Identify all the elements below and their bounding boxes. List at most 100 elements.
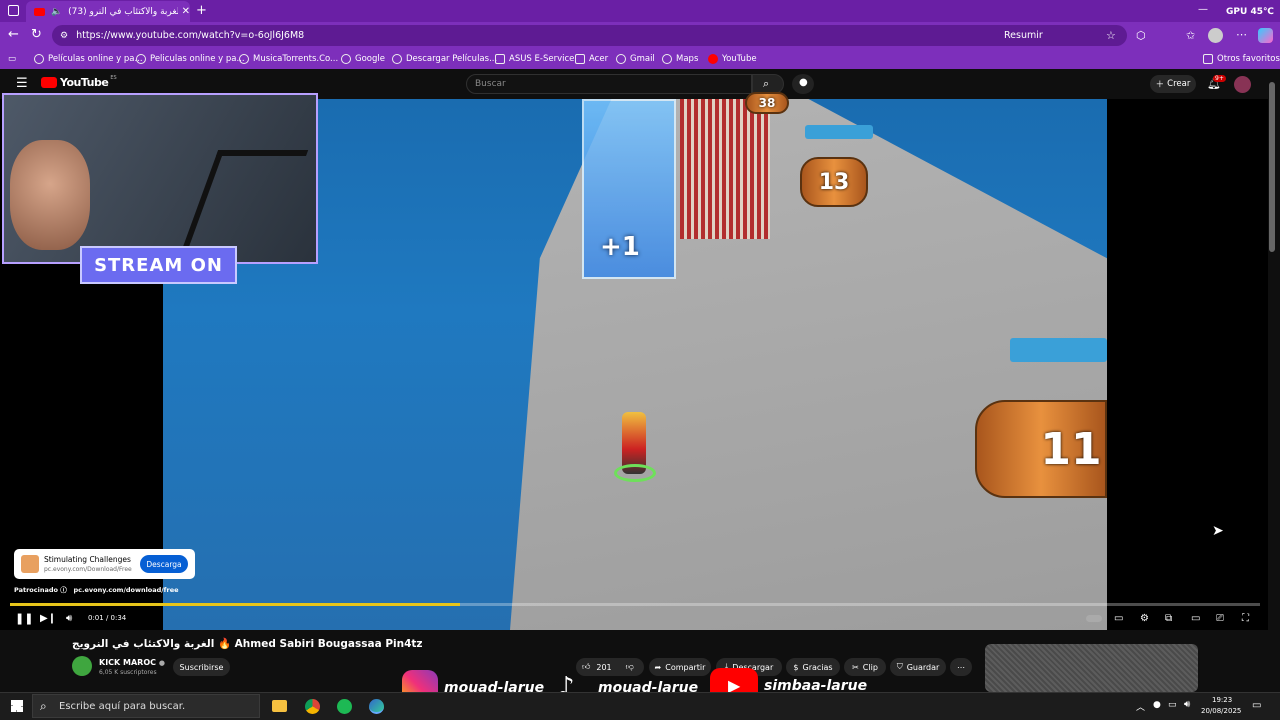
tab-active[interactable]: 🔈 (73) الغربة والاكتئاب في النرو... ✕: [26, 1, 190, 22]
ad-title: Stimulating Challenges: [44, 555, 131, 564]
volume-icon[interactable]: 🔊︎: [66, 611, 72, 625]
globe-icon: [392, 54, 402, 64]
extensions-icon[interactable]: ⬡: [1136, 29, 1146, 42]
tray-chevron-icon[interactable]: ︿: [1136, 700, 1145, 713]
tab-title: (73) الغربة والاكتئاب في النرو...: [68, 6, 177, 17]
save-button[interactable]: ⛉ Guardar: [890, 658, 946, 676]
barrel-counter: 11: [975, 400, 1107, 498]
search-input[interactable]: Buscar: [466, 74, 752, 94]
bookmark-item[interactable]: MusicaTorrents.Co...: [239, 49, 338, 69]
barrel-counter: 13: [800, 157, 868, 207]
cast-icon[interactable]: ⎚: [1216, 611, 1224, 625]
folder-icon: [495, 54, 505, 64]
url-text: https://www.youtube.com/watch?v=o-6oJl6J…: [76, 30, 305, 41]
start-icon[interactable]: [11, 700, 23, 712]
clock-time[interactable]: 19:23: [1212, 696, 1232, 704]
bookmark-item[interactable]: Peliculas online y pa...: [136, 49, 245, 69]
settings-icon[interactable]: ⚙: [1140, 611, 1149, 625]
bookmark-otros[interactable]: Otros favoritos: [1203, 49, 1280, 69]
globe-icon: [136, 54, 146, 64]
google-icon: [341, 54, 351, 64]
miniplayer-icon[interactable]: ⧉: [1165, 611, 1172, 625]
hamburger-icon[interactable]: ☰: [16, 76, 28, 91]
chrome-icon[interactable]: [305, 699, 320, 714]
reload-icon[interactable]: ↻: [31, 27, 42, 42]
gpu-readout: GPU 45℃: [1226, 7, 1274, 17]
edge-icon[interactable]: [369, 699, 384, 714]
profile-avatar[interactable]: [1208, 28, 1223, 43]
subscriber-count: 6,05 K suscriptores: [99, 669, 157, 676]
related-thumbnail[interactable]: [985, 644, 1198, 692]
back-icon[interactable]: ←: [8, 27, 19, 42]
speaker-icon[interactable]: 🔈: [51, 7, 62, 17]
bookmark-item[interactable]: Acer: [575, 49, 608, 69]
subtitles-icon[interactable]: ▭: [1114, 611, 1123, 625]
subscribe-button[interactable]: Suscribirse: [173, 658, 230, 676]
tab-strip: [0, 0, 1280, 22]
tab-close-icon[interactable]: ✕: [182, 6, 190, 17]
favorite-star-icon[interactable]: ☆: [1106, 29, 1116, 42]
clock-date[interactable]: 20/08/2025: [1201, 707, 1241, 715]
ad-download-button[interactable]: Descarga: [140, 555, 188, 573]
next-icon[interactable]: ▶❙: [40, 611, 56, 625]
bookmark-item[interactable]: Maps: [662, 49, 698, 69]
minimize-icon[interactable]: —: [1198, 4, 1208, 15]
stream-on-banner: STREAM ON: [80, 246, 237, 284]
youtube-favicon-icon: [34, 7, 45, 16]
copilot-icon[interactable]: [1258, 28, 1273, 43]
bookmark-item[interactable]: Descargar Películas...: [392, 49, 497, 69]
gpu-label: GPU: [1226, 7, 1248, 17]
bookmark-item[interactable]: Gmail: [616, 49, 655, 69]
bookmark-item[interactable]: ASUS E-Service: [495, 49, 574, 69]
tray-volume-icon[interactable]: 🔊︎: [1184, 699, 1190, 710]
pause-icon[interactable]: ❚❚: [15, 611, 33, 625]
globe-icon: [34, 54, 44, 64]
channel-name[interactable]: KICK MAROC ●: [99, 658, 165, 667]
enemy-crowd: [680, 99, 770, 239]
more-actions-icon[interactable]: ⋯: [950, 658, 972, 676]
mouse-cursor-icon: ➤: [1212, 523, 1224, 539]
window-menu-icon[interactable]: [8, 5, 19, 16]
site-info-icon[interactable]: ⚙: [60, 31, 68, 41]
taskbar-search-icon: ⌕: [40, 699, 47, 713]
bookmark-sidebar-icon[interactable]: ▭: [8, 49, 16, 69]
voice-search-icon[interactable]: ●: [792, 74, 814, 94]
bookmark-item[interactable]: YouTube: [708, 49, 757, 69]
tray-mic-icon[interactable]: ●: [1153, 700, 1161, 710]
more-menu-icon[interactable]: ⋯: [1236, 28, 1247, 41]
globe-icon: [239, 54, 249, 64]
create-button[interactable]: ＋ Crear: [1150, 75, 1196, 93]
region-code: ES: [110, 75, 117, 81]
new-tab-icon[interactable]: +: [196, 3, 207, 18]
bookmark-item[interactable]: Películas online y pa...: [34, 49, 143, 69]
bookmark-item[interactable]: Google: [341, 49, 385, 69]
video-title: الغربة والاكتئاب في النرويج 🔥 Ahmed Sabi…: [72, 638, 423, 650]
scrollbar[interactable]: [1269, 82, 1275, 252]
bookmarks-bar: ▭ Películas online y pa... Peliculas onl…: [0, 49, 1280, 69]
ad-thumbnail: [21, 555, 39, 573]
account-avatar[interactable]: [1234, 76, 1251, 93]
search-icon: ⌕: [763, 77, 770, 90]
spotify-icon[interactable]: [337, 699, 352, 714]
theater-icon[interactable]: ▭: [1191, 611, 1200, 625]
gate-bonus-label: +1: [600, 232, 640, 262]
ad-url: pc.evony.com/Download/Free: [44, 566, 132, 573]
autoplay-toggle[interactable]: [1086, 611, 1102, 625]
sponsor-url[interactable]: pc.evony.com/download/free: [74, 586, 179, 594]
address-bar[interactable]: ⚙ https://www.youtube.com/watch?v=o-6oJl…: [52, 25, 1127, 46]
favorites-icon[interactable]: ✩: [1186, 29, 1195, 42]
weapon-pickup-icon: [1010, 338, 1107, 362]
notification-center-icon[interactable]: ▭: [1252, 700, 1261, 711]
channel-avatar[interactable]: [72, 656, 92, 676]
resumir-button[interactable]: Resumir: [1004, 30, 1043, 41]
progress-buffered: [10, 603, 460, 606]
gpu-value: 45℃: [1250, 7, 1274, 17]
file-explorer-icon[interactable]: [272, 700, 287, 712]
search-button[interactable]: ⌕: [752, 74, 784, 94]
taskbar-search-input[interactable]: Escribe aquí para buscar.: [32, 694, 260, 718]
sponsored-label: Patrocinado ⓘ pc.evony.com/download/free: [14, 586, 179, 594]
fullscreen-icon[interactable]: ⛶: [1242, 611, 1249, 625]
youtube-logo[interactable]: YouTube ES: [41, 75, 117, 89]
tray-network-icon[interactable]: ▭: [1168, 700, 1177, 710]
player-ring: [614, 464, 656, 482]
